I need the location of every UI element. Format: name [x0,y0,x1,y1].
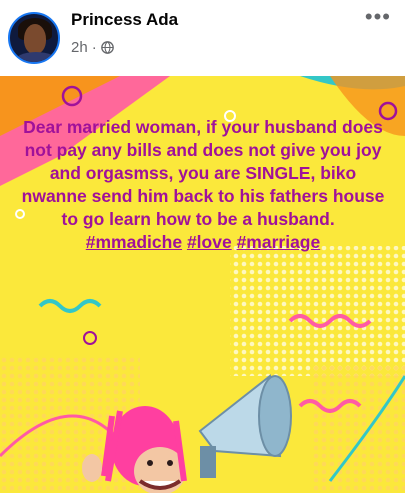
more-options-icon[interactable]: ••• [365,6,391,28]
post-meta: 2h · [71,39,114,56]
avatar-face [24,24,46,54]
avatar-shoulders [14,52,58,62]
avatar[interactable] [8,12,60,64]
hashtag-marriage[interactable]: #marriage [237,232,321,252]
post-time[interactable]: 2h [71,39,88,56]
post-text: Dear married woman, if your husband does… [21,117,385,229]
post-header: Princess Ada 2h · ••• [0,0,405,76]
post-image[interactable]: Dear married woman, if your husband does… [0,76,405,493]
globe-icon[interactable] [100,41,114,54]
author-name[interactable]: Princess Ada [71,10,178,30]
post-caption: Dear married woman, if your husband does… [20,116,386,254]
hashtag-mmadiche[interactable]: #mmadiche [86,232,182,252]
hashtag-love[interactable]: #love [187,232,232,252]
meta-separator: · [91,39,97,56]
